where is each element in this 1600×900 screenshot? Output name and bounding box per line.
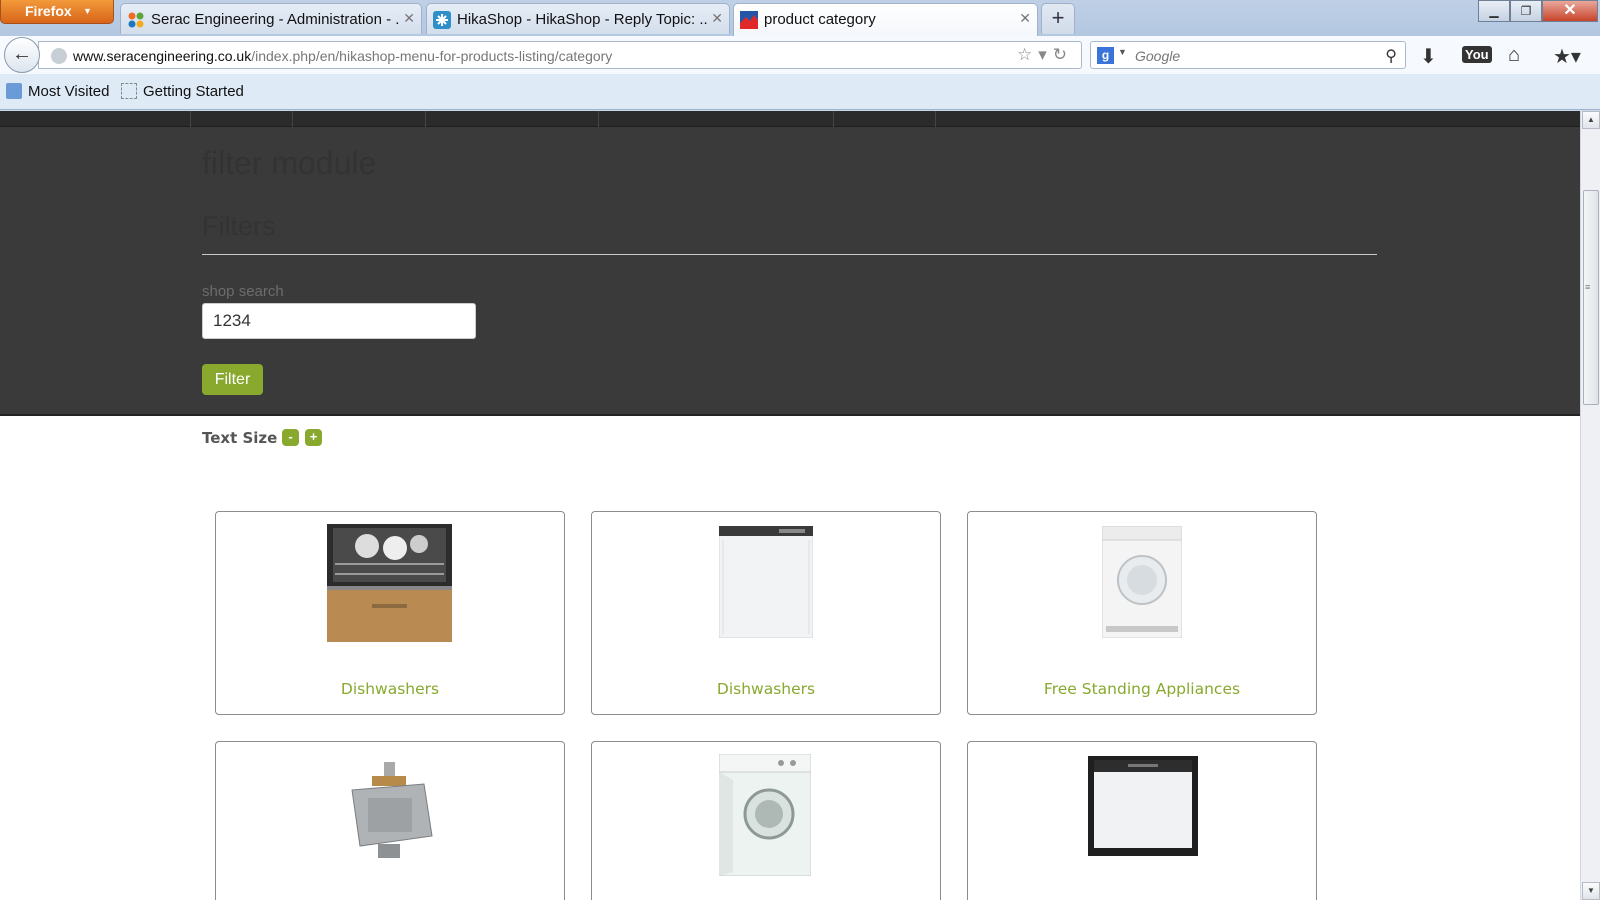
url-text[interactable]: www.seracengineering.co.uk/index.php/en/… [73,48,612,64]
back-button[interactable]: ← [4,37,40,73]
close-tab-icon[interactable]: ✕ [403,10,415,27]
tab-title: HikaShop - HikaShop - Reply Topic: ... [457,11,707,28]
category-name[interactable]: Free Standing Appliances [968,680,1316,698]
back-arrow-icon: ← [12,43,32,65]
category-card[interactable]: Dishwashers [591,511,941,715]
close-tab-icon[interactable]: ✕ [1019,10,1031,27]
joomla-icon [128,12,144,28]
url-path: /index.php/en/hikashop-menu-for-products… [251,48,613,64]
window-controls: ▁ ❐ ✕ [1478,0,1598,22]
scroll-down-arrow-icon[interactable]: ▼ [1582,882,1600,900]
search-placeholder: Google [1135,48,1181,64]
bookmarks-menu-icon[interactable]: ★▾ [1553,44,1581,69]
bookmark-getting-started[interactable]: Getting Started [121,83,244,100]
tab-title: Serac Engineering - Administration - ... [151,11,399,28]
category-card[interactable] [967,741,1317,900]
minimize-button[interactable]: ▁ [1478,0,1510,22]
serac-icon [740,11,758,29]
getting-started-icon [121,83,137,99]
close-tab-icon[interactable]: ✕ [711,10,723,27]
navigation-toolbar: www.seracengineering.co.uk/index.php/en/… [0,36,1600,74]
new-tab-button[interactable]: + [1041,3,1075,34]
scroll-up-arrow-icon[interactable]: ▲ [1582,111,1600,129]
top-menu-strip [0,111,1580,127]
tumble-dryer-image [1102,526,1182,638]
shop-search-input[interactable] [202,303,476,339]
new-tab-label: + [1051,5,1065,30]
hikashop-icon [433,11,451,29]
scrollbar-thumb[interactable] [1583,190,1599,405]
bookmark-star-icon[interactable]: ☆ [1017,45,1038,64]
google-engine-icon[interactable]: g [1097,47,1114,64]
bookmarks-toolbar: Most Visited Getting Started [0,74,1600,110]
home-icon[interactable]: ⌂ [1508,44,1520,67]
text-size-decrease-button[interactable]: - [282,429,299,446]
page-content: filter module Filters shop search Filter… [0,111,1580,900]
dishwasher-open-image [327,524,452,642]
bookmark-label: Most Visited [28,83,110,100]
category-card[interactable]: Dishwashers [215,511,565,715]
firefox-menu-label: Firefox [25,3,72,19]
dishwasher-image [719,526,813,638]
tab-serac-admin[interactable]: Serac Engineering - Administration - ...… [120,3,422,34]
close-window-button[interactable]: ✕ [1542,0,1598,22]
youtube-icon[interactable]: You [1462,46,1492,63]
text-size-label: Text Size [202,429,278,447]
washing-machine-image [719,754,811,876]
title-bar: Firefox ▼ Serac Engineering - Administra… [0,0,1600,36]
category-name[interactable]: Dishwashers [592,680,940,698]
scroll-grip-icon: ≡ [1585,282,1591,292]
vertical-scrollbar[interactable]: ▲ ≡ ▼ [1580,111,1600,900]
url-domain: www.seracengineering.co.uk [73,48,252,64]
restore-button[interactable]: ❐ [1510,0,1542,22]
category-card[interactable] [591,741,941,900]
category-name[interactable]: Dishwashers [216,680,564,698]
address-bar-icons: ☆▾↻ [1017,45,1073,65]
filters-heading: Filters [202,211,276,241]
bookmark-label: Getting Started [143,83,244,100]
category-card[interactable]: Free Standing Appliances [967,511,1317,715]
chevron-down-icon[interactable]: ▼ [1118,47,1127,57]
downloads-icon[interactable]: ⬇ [1420,44,1437,69]
filters-divider [202,254,1377,255]
history-dropdown-icon[interactable]: ▾ [1038,45,1053,64]
text-size-increase-button[interactable]: + [305,429,322,446]
category-card[interactable] [215,741,565,900]
search-bar[interactable]: g ▼ Google ⚲ [1090,41,1406,69]
filter-button[interactable]: Filter [202,364,263,395]
magnetron-image [351,762,433,858]
search-icon[interactable]: ⚲ [1385,46,1397,66]
tab-title: product category [764,11,876,28]
module-title: filter module [202,145,377,181]
shop-search-label: shop search [202,283,284,300]
firefox-menu-button[interactable]: Firefox ▼ [0,0,114,24]
reload-icon[interactable]: ↻ [1053,45,1073,64]
most-visited-icon [6,83,22,99]
tab-hikashop-reply[interactable]: HikaShop - HikaShop - Reply Topic: ... ✕ [426,3,730,34]
chevron-down-icon: ▼ [83,6,92,16]
tab-product-category[interactable]: product category ✕ [733,3,1038,36]
bookmark-most-visited[interactable]: Most Visited [6,83,109,100]
address-bar[interactable]: www.seracengineering.co.uk/index.php/en/… [38,41,1082,69]
site-identity-icon[interactable] [51,48,67,64]
integrated-dishwasher-image [1088,756,1198,856]
